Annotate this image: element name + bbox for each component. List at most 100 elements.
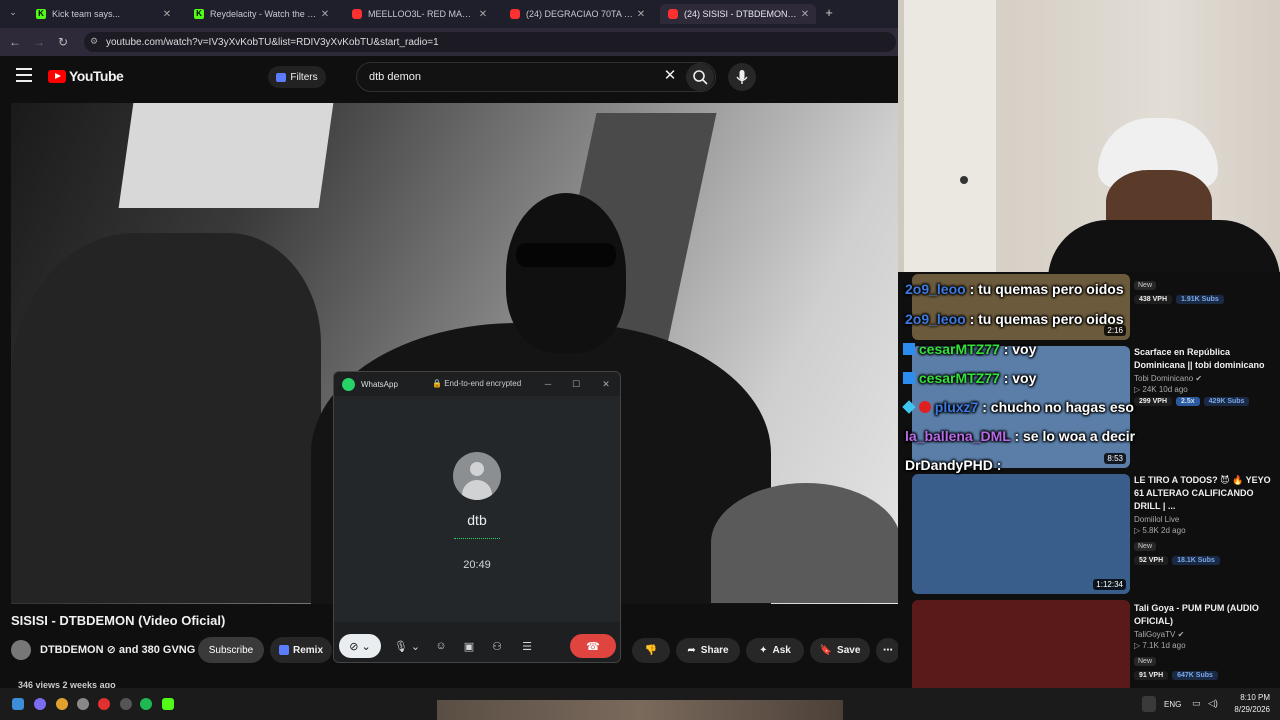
more-actions-button[interactable]: ⋯ (876, 638, 900, 663)
ask-button[interactable]: ✦ Ask (746, 638, 804, 663)
recommendation-thumbnail-3[interactable]: 1:12:34 (912, 474, 1130, 594)
spotify-icon[interactable] (140, 698, 152, 710)
call-timer: 20:49 (463, 559, 491, 571)
recommendation-meta: ▷ 24K 10d ago (1134, 385, 1188, 394)
voice-search-button[interactable] (728, 63, 756, 91)
mute-button[interactable]: 🎙 ⌄ (390, 634, 424, 658)
filters-button[interactable]: Filters (268, 66, 326, 88)
kick-app-icon[interactable] (162, 698, 174, 710)
search-button[interactable] (686, 63, 714, 91)
recommendation-info-4[interactable]: Tali Goya - PUM PUM (AUDIO OFICIAL) Tali… (1134, 602, 1274, 680)
chat-username: la_ballena_DML (905, 428, 1011, 444)
app-icon[interactable] (34, 698, 46, 710)
hamburger-menu-icon[interactable] (16, 68, 32, 82)
whatsapp-app-name: WhatsApp (361, 379, 398, 389)
new-badge: New (1134, 657, 1157, 666)
record-icon (918, 401, 931, 413)
tab-list-icon[interactable]: ⌄ (6, 7, 20, 21)
thumbs-down-icon: 👎 (644, 645, 658, 656)
save-label: Save (837, 645, 861, 656)
close-icon[interactable]: ✕ (476, 9, 490, 20)
subscribe-button[interactable]: Subscribe (198, 637, 264, 663)
obs-icon[interactable] (120, 698, 132, 710)
chat-badge-icon (903, 372, 915, 384)
chat-badge-icon (903, 343, 915, 355)
browser-tab-4[interactable]: (24) DEGRACIAO 70TA - YouTu ✕ (502, 4, 652, 24)
chat-text: : (996, 457, 1002, 473)
minimize-icon[interactable]: ─ (540, 376, 556, 392)
microphone-icon (736, 70, 748, 84)
recommendation-channel: TaliGoyaTV ✔ (1134, 630, 1185, 639)
forward-icon[interactable]: → (30, 33, 48, 51)
recommendation-title: Scarface en República Dominicana || tobi… (1134, 347, 1265, 370)
close-icon[interactable]: ✕ (160, 9, 174, 20)
address-bar[interactable]: ⚙ youtube.com/watch?v=IV3yXvKobTU&list=R… (84, 32, 896, 52)
save-button[interactable]: 🔖 Save (810, 638, 870, 663)
share-button[interactable]: ➦ Share (676, 638, 740, 663)
clock[interactable]: 8:10 PM 8/29/2026 (1226, 692, 1270, 716)
channel-name[interactable]: DTBDEMON ⊘ and 380 GVNG (40, 643, 195, 656)
youtube-icon (510, 9, 520, 19)
channel-avatar[interactable] (11, 640, 31, 660)
emoji-button[interactable]: ☺ (430, 634, 452, 658)
recommendation-channel: Tobi Dominicano ✔ (1134, 374, 1203, 383)
new-tab-icon[interactable]: + (822, 6, 836, 20)
reload-icon[interactable]: ↻ (54, 33, 72, 51)
site-info-icon[interactable]: ⚙ (90, 36, 98, 47)
person-head (506, 193, 626, 353)
call-area: dtb 20:49 (334, 396, 620, 622)
recommendation-info-3[interactable]: LE TIRO A TODOS? 😈 🔥 YEYO 61 ALTERAO CAL… (1134, 474, 1274, 565)
url-text: youtube.com/watch?v=IV3yXvKobTU&list=RDI… (106, 36, 439, 48)
video-title: SISISI - DTBDEMON (Video Oficial) (11, 613, 226, 628)
camera-off-button[interactable]: ⊘ ⌄ (339, 634, 381, 658)
hang-up-icon: ☎ (586, 640, 600, 653)
end-call-button[interactable]: ☎ (570, 634, 616, 658)
recommendation-info-2[interactable]: Scarface en República Dominicana || tobi… (1134, 346, 1274, 406)
back-icon[interactable]: ← (6, 33, 24, 51)
chat-message: cesarMTZ77 : voy (903, 370, 1036, 386)
close-icon[interactable]: ✕ (318, 9, 332, 20)
browser-tab-3[interactable]: MEELLOO3L- RED MALA (VIDE ✕ (344, 4, 494, 24)
close-icon[interactable]: ✕ (798, 9, 812, 20)
microphone-icon: 🎙 ⌄ (393, 640, 421, 653)
add-participant-button[interactable]: ⚇ (486, 634, 508, 658)
youtube-logo[interactable]: YouTube (48, 68, 124, 84)
remix-button[interactable]: Remix (270, 637, 332, 663)
youtube-icon (668, 9, 678, 19)
recommendation-info-1[interactable]: New 438 VPH 1.91K Subs (1134, 274, 1274, 304)
chrome-icon[interactable] (56, 698, 68, 710)
chat-button[interactable]: ☰ (516, 634, 538, 658)
start-icon[interactable] (12, 698, 24, 710)
browser-tab-2[interactable]: K Reydelacity - Watch the VOD o ✕ (186, 4, 336, 24)
clear-search-icon[interactable]: ✕ (662, 68, 678, 84)
chat-message: pluxz7 : chucho no hagas eso (902, 399, 1134, 415)
video-duration: 1:12:34 (1093, 579, 1126, 590)
emoji-icon: ☺ (435, 640, 447, 652)
browser-icon[interactable] (77, 698, 89, 710)
browser-tab-5-active[interactable]: (24) SISISI - DTBDEMON (Vide ✕ (660, 4, 816, 24)
volume-icon[interactable]: ◁) (1208, 698, 1218, 709)
vph-stat: 438 VPH (1134, 295, 1173, 304)
chat-username: 2o9_leoo (905, 311, 966, 327)
close-icon[interactable]: ✕ (634, 9, 648, 20)
network-icon[interactable]: ▭ (1192, 698, 1201, 709)
recommendation-meta: ▷ 5.8K 2d ago (1134, 526, 1186, 535)
chair (711, 483, 901, 603)
whatsapp-call-window[interactable]: WhatsApp 🔒 End-to-end encrypted ─ ☐ ✕ dt… (333, 371, 621, 663)
chat-username: DrDandyPHD (905, 457, 993, 473)
language-indicator[interactable]: ENG (1164, 700, 1181, 709)
sparkle-icon: ✦ (759, 645, 768, 656)
gem-icon (902, 400, 916, 414)
close-icon[interactable]: ✕ (598, 376, 614, 392)
microphone-tray-icon[interactable] (1142, 696, 1156, 712)
share-screen-button[interactable]: ▣ (458, 634, 480, 658)
dislike-button[interactable]: 👎 (632, 638, 670, 663)
recommendation-thumbnail-4[interactable] (912, 600, 1130, 688)
filter-icon (276, 72, 287, 82)
share-icon: ➦ (687, 645, 696, 656)
browser-tab-1[interactable]: K Kick team says... ✕ (28, 4, 178, 24)
recording-app-icon[interactable] (98, 698, 110, 710)
message-icon: ☰ (522, 640, 532, 653)
maximize-icon[interactable]: ☐ (568, 376, 584, 392)
kick-icon: K (36, 9, 46, 19)
